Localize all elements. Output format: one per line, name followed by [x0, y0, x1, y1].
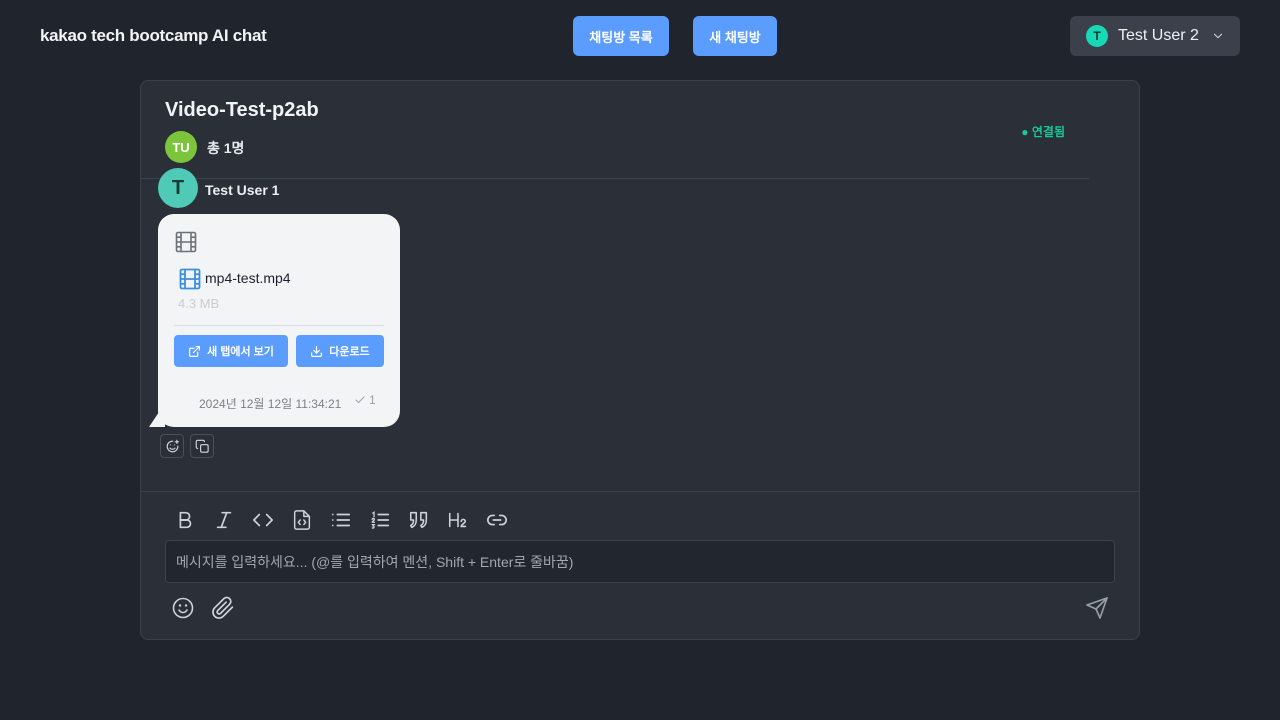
code-block-icon: [293, 510, 310, 530]
emoji-picker-button[interactable]: [170, 595, 196, 621]
user-avatar: T: [1086, 25, 1108, 47]
inline-code-button[interactable]: [243, 506, 282, 534]
film-icon: [175, 231, 197, 253]
format-toolbar: [165, 506, 516, 534]
external-link-icon: [189, 345, 201, 357]
room-list-button[interactable]: 채팅방 목록: [573, 16, 669, 56]
file-name: mp4-test.mp4: [205, 270, 291, 286]
emoji-icon: [172, 597, 194, 619]
download-button[interactable]: 다운로드: [296, 335, 384, 367]
attach-file-button[interactable]: [210, 595, 236, 621]
add-reaction-button[interactable]: [160, 434, 184, 458]
room-title: Video-Test-p2ab: [165, 99, 319, 121]
message-timestamp: 2024년 12월 12일 11:34:21: [199, 397, 342, 411]
send-button[interactable]: [1084, 595, 1110, 621]
add-emoji-icon: [166, 439, 179, 452]
code-block-button[interactable]: [282, 506, 321, 534]
connection-status: ● 연결됨: [1021, 125, 1065, 139]
chat-panel: Video-Test-p2ab TU 총 1명 ● 연결됨 T Test Use…: [140, 80, 1140, 640]
heading-icon: [448, 512, 466, 528]
italic-button[interactable]: [204, 506, 243, 534]
italic-icon: [216, 511, 231, 529]
download-label: 다운로드: [329, 346, 370, 358]
bold-icon: [179, 511, 191, 529]
numbered-list-icon: [371, 511, 389, 529]
member-count: 총 1명: [207, 140, 245, 156]
member-avatar[interactable]: TU: [165, 131, 197, 163]
file-message-bubble: mp4-test.mp4 4.3 MB 새 탭에서 보기 다운로드 2024년 …: [158, 214, 400, 427]
code-icon: [252, 513, 273, 527]
bold-button[interactable]: [165, 506, 204, 534]
header-divider: [141, 178, 1089, 179]
bullet-list-icon: [331, 513, 350, 527]
open-in-new-tab-label: 새 탭에서 보기: [207, 346, 274, 358]
sender-name: Test User 1: [205, 182, 280, 198]
user-menu-button[interactable]: T Test User 2: [1070, 16, 1240, 56]
link-icon: [486, 514, 507, 526]
read-count: 1: [369, 393, 376, 407]
message-input[interactable]: [165, 540, 1115, 583]
heading-button[interactable]: [438, 506, 477, 534]
paperclip-icon: [212, 596, 234, 619]
download-icon: [311, 345, 323, 357]
app-logo[interactable]: kakao tech bootcamp AI chat: [40, 26, 267, 46]
bubble-divider: [174, 325, 384, 326]
send-icon: [1086, 597, 1108, 619]
open-in-new-tab-button[interactable]: 새 탭에서 보기: [174, 335, 288, 367]
sender-avatar: T: [158, 168, 198, 208]
check-icon: [355, 396, 365, 403]
quote-icon: [409, 511, 427, 529]
numbered-list-button[interactable]: [360, 506, 399, 534]
bullet-list-button[interactable]: [321, 506, 360, 534]
chevron-down-icon: [1213, 33, 1223, 39]
new-room-button[interactable]: 새 채팅방: [693, 16, 777, 56]
file-size: 4.3 MB: [178, 296, 220, 311]
link-button[interactable]: [477, 506, 516, 534]
user-name: Test User 2: [1118, 27, 1199, 44]
video-file-icon: [179, 268, 201, 290]
composer-divider: [141, 491, 1139, 492]
read-receipt: 1: [354, 393, 376, 407]
copy-icon: [195, 439, 209, 453]
copy-message-button[interactable]: [190, 434, 214, 458]
quote-button[interactable]: [399, 506, 438, 534]
